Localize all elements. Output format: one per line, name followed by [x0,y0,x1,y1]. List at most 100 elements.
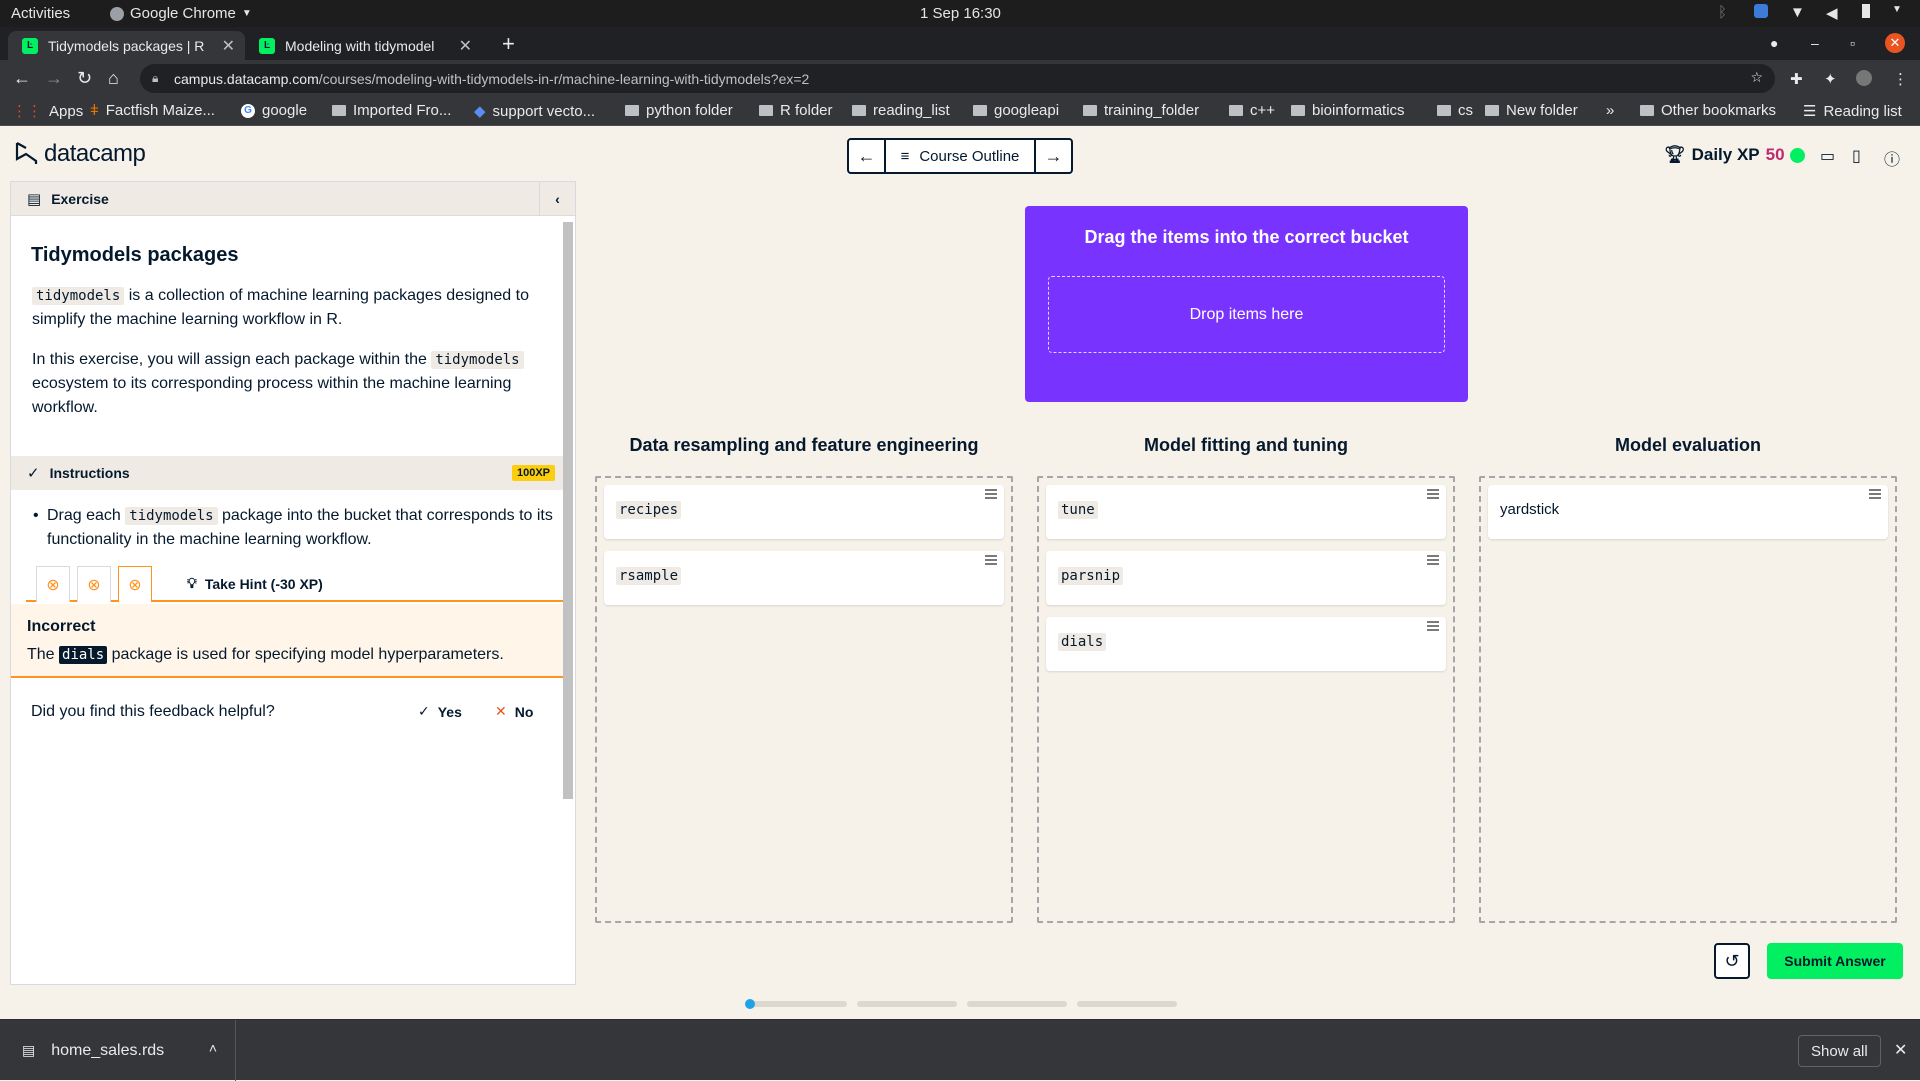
bookmarks-overflow[interactable]: » [1606,102,1614,119]
bookmark-apps[interactable]: ⋮⋮ Apps [12,102,83,121]
activities-button[interactable]: Activities [11,5,70,22]
home-icon[interactable]: ⌂ [108,68,119,89]
drag-item-dials[interactable]: dials [1046,617,1446,671]
new-tab-button[interactable]: + [502,31,515,57]
drag-item-rsample[interactable]: rsample [604,551,1004,605]
tab-title: Modeling with tidymodel [285,37,435,54]
drag-handle-icon[interactable] [1427,621,1439,633]
bookmark-cs[interactable]: cs [1437,102,1473,119]
no-button[interactable]: ✕ No [495,703,533,720]
bucket-title-evaluation: Model evaluation [1614,435,1762,455]
clock[interactable]: 1 Sep 16:30 [920,5,1001,22]
datacamp-logo[interactable]: datacamp [14,140,146,168]
feedback-title: Incorrect [27,618,96,635]
drag-handle-icon[interactable] [985,555,997,567]
attempt-1-tab[interactable]: ⊗ [36,566,70,602]
window-close-button[interactable]: ✕ [1885,33,1905,53]
minimize-button[interactable]: – [1811,35,1819,51]
bucket-title-fitting: Model fitting and tuning [1144,435,1348,455]
item-label: yardstick [1500,501,1560,518]
next-exercise-button[interactable]: → [1036,140,1071,172]
attempt-2-tab[interactable]: ⊗ [77,566,111,602]
x-circle-icon: ⊗ [87,576,101,594]
google-icon: G [241,103,255,118]
helpful-question: Did you find this feedback helpful? [31,703,275,720]
reset-button[interactable]: ↺ [1714,943,1750,979]
datacamp-favicon-icon: Ŀ [259,37,275,54]
maximize-button[interactable]: ▫ [1850,35,1855,51]
bookmark-other[interactable]: Other bookmarks [1640,102,1776,119]
item-label: tune [1058,501,1098,519]
bookmark-factfish[interactable]: ǂ Factfish Maize... [90,102,215,119]
system-top-bar: Activities Google Chrome ▼ 1 Sep 16:30 ᛒ… [0,0,1920,27]
drag-handle-icon[interactable] [1427,555,1439,567]
attempt-3-tab[interactable]: ⊗ [118,566,152,602]
reading-list-button[interactable]: ☰ Reading list [1803,102,1902,121]
yes-button[interactable]: ✓ Yes [418,703,462,720]
folder-icon [1229,105,1243,116]
bucket-fitting[interactable]: tune parsnip dials [1037,476,1455,923]
bucket-resampling[interactable]: recipes rsample [595,476,1013,923]
bookmark-training-folder[interactable]: training_folder [1083,102,1199,119]
tab-tidymodels-packages[interactable]: Ŀ Tidymodels packages | R ✕ [8,31,245,60]
chevron-up-icon[interactable]: ˄ [209,1040,217,1056]
scrollbar-thumb[interactable] [563,222,573,799]
extension-icon[interactable]: ✚ [1790,70,1806,88]
show-all-button[interactable]: Show all [1798,1035,1881,1067]
system-tray[interactable]: ᛒ ▼ ◀ ▼ [1718,4,1906,22]
close-icon[interactable]: ✕ [222,36,235,56]
course-outline-button[interactable]: ≡ Course Outline [884,140,1036,172]
scrollbar[interactable] [563,222,573,982]
previous-exercise-button[interactable]: ← [849,140,884,172]
bookmark-googleapi[interactable]: googleapi [973,102,1059,119]
daily-xp[interactable]: 🏆︎ Daily XP 50 [1664,145,1785,165]
code-tidymodels: tidymodels [32,287,125,305]
close-icon[interactable]: ✕ [1894,1040,1907,1060]
drop-zone[interactable]: Drop items here [1048,276,1445,353]
star-icon[interactable]: ☆ [1750,69,1763,86]
bookmark-google[interactable]: Ggoogle [241,102,307,119]
app-menu[interactable]: Google Chrome ▼ [110,5,252,22]
back-arrow-icon[interactable]: ← [13,68,31,89]
download-item[interactable]: ▤ home_sales.rds ˄ [0,1020,236,1081]
drag-handle-icon[interactable] [1869,489,1881,501]
reload-icon[interactable]: ↻ [77,68,92,89]
forward-arrow-icon[interactable]: → [45,68,63,89]
info-icon[interactable]: ⓘ [1884,146,1900,170]
bookmark-r-folder[interactable]: R folder [759,102,833,119]
bookmark-imported[interactable]: Imported Fro... [332,102,451,119]
kebab-menu-icon[interactable]: ⋮ [1893,70,1909,88]
video-icon[interactable]: ▭ [1820,146,1835,166]
take-hint-label: Take Hint (-30 XP) [204,575,323,592]
tab-modeling-with-tidymodels[interactable]: Ŀ Modeling with tidymodel ✕ [245,31,482,60]
drag-handle-icon[interactable] [985,489,997,501]
close-icon[interactable]: ✕ [459,36,472,56]
drag-item-recipes[interactable]: recipes [604,485,1004,539]
bookmark-new-folder[interactable]: New folder [1485,102,1578,119]
bookmark-support-vector[interactable]: ◆ support vecto... [474,102,595,121]
drag-item-yardstick[interactable]: yardstick [1488,485,1888,539]
download-filename: home_sales.rds [51,1041,165,1059]
exercise-label: Exercise [51,190,109,207]
tab-search-icon[interactable]: ● [1770,35,1778,51]
code-tidymodels: tidymodels [431,351,524,369]
take-hint-button[interactable]: 💡︎ Take Hint (-30 XP) [187,575,323,592]
avatar[interactable] [1856,70,1872,86]
progress-segment [745,999,847,1009]
slides-icon[interactable]: ▯ [1852,146,1861,166]
bookmark-python-folder[interactable]: python folder [625,102,733,119]
address-bar[interactable]: 🔒︎ campus.datacamp.com/courses/modeling-… [140,64,1775,93]
collapse-panel-button[interactable]: ‹ [539,182,575,216]
bucket-evaluation[interactable]: yardstick [1479,476,1897,923]
drag-item-tune[interactable]: tune [1046,485,1446,539]
bookmark-reading-list[interactable]: reading_list [852,102,950,119]
folder-icon [1437,105,1451,116]
puzzle-icon[interactable]: ✦ [1824,70,1840,88]
drag-item-parsnip[interactable]: parsnip [1046,551,1446,605]
bookmark-cpp[interactable]: c++ [1229,102,1275,119]
apps-grid-icon: ⋮⋮ [12,103,42,120]
chrome-icon [110,6,124,21]
submit-answer-button[interactable]: Submit Answer [1767,943,1903,979]
drag-handle-icon[interactable] [1427,489,1439,501]
bookmark-bioinformatics[interactable]: bioinformatics [1291,102,1405,119]
